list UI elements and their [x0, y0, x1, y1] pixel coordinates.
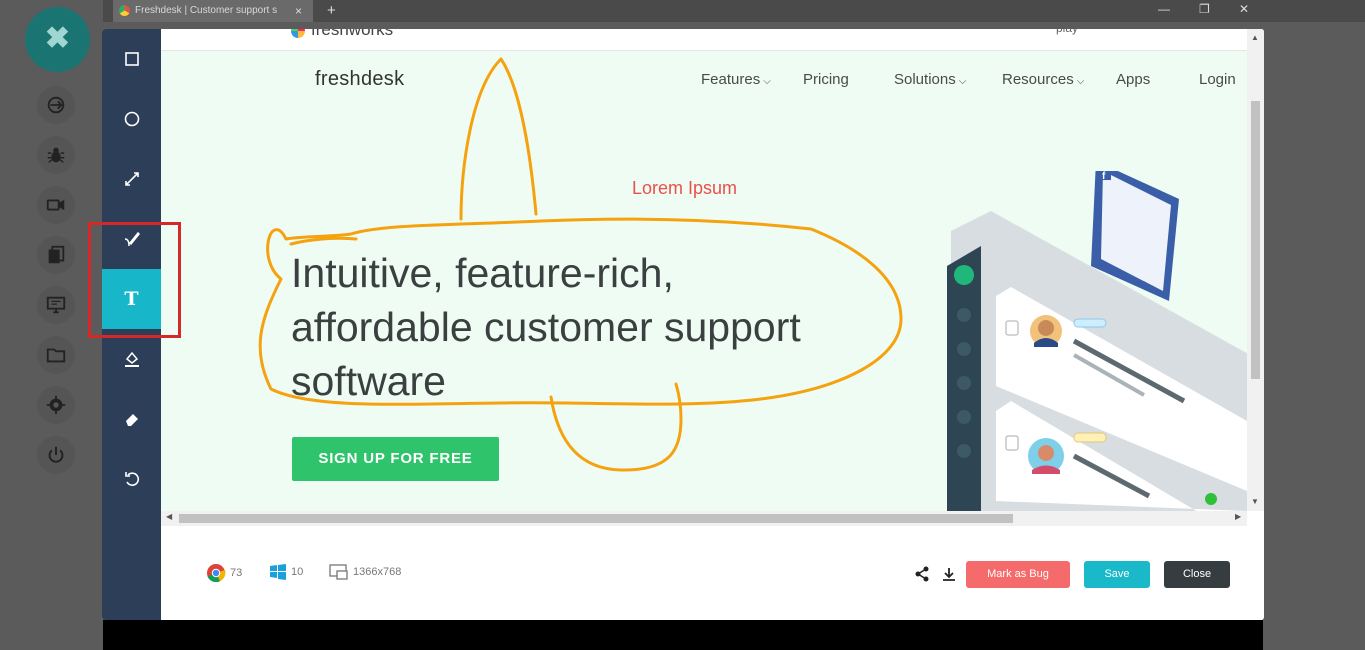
eraser-tool[interactable]: [102, 389, 161, 449]
nav-features[interactable]: Features ⌵: [701, 71, 771, 88]
chrome-icon: [207, 564, 226, 583]
highlight-box: [88, 222, 181, 338]
scroll-down-icon[interactable]: ▼: [1251, 497, 1259, 506]
scroll-right-icon[interactable]: ▶: [1235, 512, 1241, 521]
monitor-icon[interactable]: [37, 286, 75, 324]
mark-as-bug-button[interactable]: Mark as Bug: [966, 561, 1070, 588]
tab-close-icon[interactable]: ×: [295, 0, 302, 22]
eraser-icon: [125, 414, 138, 426]
windows-icon: [270, 564, 286, 580]
nav-apps[interactable]: Apps: [1116, 71, 1150, 88]
fill-icon: [124, 351, 139, 367]
nav-pricing[interactable]: Pricing: [803, 71, 849, 88]
vertical-scrollbar[interactable]: ▲ ▼: [1247, 29, 1264, 511]
maximize-icon[interactable]: ❐: [1199, 0, 1210, 18]
undo-icon: [124, 472, 139, 486]
gear-icon[interactable]: [37, 386, 75, 424]
minimize-icon[interactable]: —: [1158, 0, 1170, 18]
browser-tab[interactable]: Freshdesk | Customer support s: [113, 0, 313, 22]
fill-tool[interactable]: [102, 329, 161, 389]
scroll-thumb[interactable]: [1251, 101, 1260, 379]
save-button[interactable]: Save: [1084, 561, 1150, 588]
rectangle-icon: [124, 52, 139, 66]
rectangle-tool[interactable]: [102, 29, 161, 89]
freshdesk-logo[interactable]: freshdesk: [315, 68, 404, 91]
website-page: freshdesk Features ⌵ Pricing Solutions ⌵ R…: [161, 51, 1247, 511]
hero-line: software: [291, 358, 446, 404]
os-info: 10: [269, 563, 303, 581]
bug-icon[interactable]: [37, 136, 75, 174]
tab-title: Freshdesk | Customer support s: [135, 5, 278, 16]
hero-line: Intuitive, feature-rich,: [291, 250, 674, 296]
browser-titlebar: Freshdesk | Customer support s × + — ❐ ✕: [103, 0, 1365, 22]
arrow-tool[interactable]: [102, 149, 161, 209]
annotation-modal: T freshworks play freshdesk Features⌵ Pr…: [102, 29, 1264, 620]
hero-heading: Intuitive, feature-rich, affordable cust…: [291, 246, 911, 408]
chevron-down-icon: ⌵: [958, 76, 967, 87]
undo-tool[interactable]: [102, 449, 161, 509]
screen-icon: [329, 564, 348, 580]
freshworks-strip: freshworks play: [161, 29, 1264, 51]
arrow-icon: [124, 172, 139, 186]
download-icon[interactable]: [941, 566, 957, 582]
power-icon[interactable]: [37, 436, 75, 474]
nav-resources[interactable]: Resources ⌵: [1002, 71, 1084, 88]
folder-icon[interactable]: [37, 336, 75, 374]
favicon-icon: [119, 5, 130, 16]
circle-icon: [124, 111, 139, 127]
circle-tool[interactable]: [102, 89, 161, 149]
bottom-band: [103, 620, 1263, 650]
resolution-info: 1366x768: [329, 563, 401, 581]
top-strip-text: play: [1056, 29, 1078, 35]
nav-solutions[interactable]: Solutions ⌵: [894, 71, 966, 88]
logo-icon: [954, 265, 974, 285]
copy-icon[interactable]: [37, 236, 75, 274]
close-button[interactable]: Close: [1164, 561, 1230, 588]
screenshot-canvas[interactable]: freshworks play freshdesk Features⌵ Pric…: [161, 29, 1264, 526]
product-illustration: f: [947, 171, 1247, 511]
window-close-icon[interactable]: ✕: [1239, 0, 1249, 18]
close-capture-button[interactable]: ✖: [25, 7, 90, 72]
resolution: 1366x768: [353, 566, 402, 578]
scroll-left-icon[interactable]: ◀: [166, 512, 172, 521]
new-tab-icon[interactable]: +: [327, 0, 336, 22]
sync-icon[interactable]: [37, 86, 75, 124]
scroll-thumb[interactable]: [179, 514, 1013, 523]
capture-footer: 73 10 1366x768 Mark as Bug Save Close: [161, 526, 1264, 620]
hero-line: affordable customer support: [291, 304, 801, 350]
nav-login[interactable]: Login: [1199, 71, 1236, 88]
annotation-text[interactable]: Lorem Ipsum: [632, 178, 737, 199]
browser-info: 73: [206, 563, 242, 583]
share-icon[interactable]: [914, 566, 930, 582]
horizontal-scrollbar[interactable]: ◀ ▶: [161, 511, 1247, 526]
chevron-down-icon: ⌵: [763, 76, 771, 87]
browser-version: 73: [230, 567, 243, 579]
os-version: 10: [291, 566, 304, 578]
scroll-up-icon[interactable]: ▲: [1251, 33, 1259, 42]
chevron-down-icon: ⌵: [1076, 76, 1085, 87]
video-icon[interactable]: [37, 186, 75, 224]
freshworks-logo: freshworks: [291, 29, 393, 40]
signup-button[interactable]: SIGN UP FOR FREE: [292, 437, 499, 481]
